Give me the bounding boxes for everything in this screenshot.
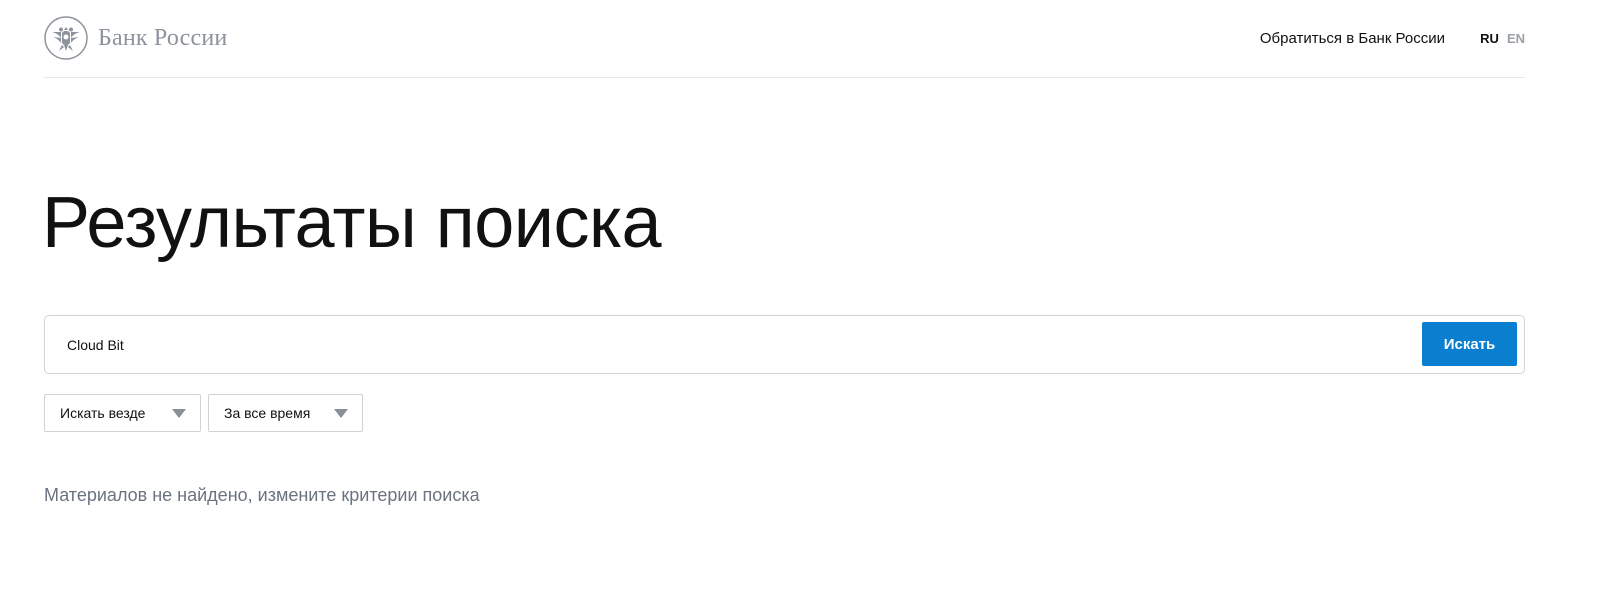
period-dropdown-label: За все время	[224, 405, 311, 421]
lang-ru-option[interactable]: RU	[1480, 31, 1499, 46]
chevron-down-icon	[334, 408, 348, 418]
site-header: Банк России Обратиться в Банк России RU …	[44, 0, 1525, 78]
logo-text: Банк России	[98, 24, 228, 51]
scope-dropdown[interactable]: Искать везде	[44, 394, 201, 432]
lang-en-option[interactable]: EN	[1507, 31, 1525, 46]
search-button[interactable]: Искать	[1422, 322, 1517, 366]
eagle-emblem-icon	[44, 16, 88, 60]
no-results-message: Материалов не найдено, измените критерии…	[44, 485, 480, 505]
page-title: Результаты поиска	[42, 183, 662, 263]
bank-logo-link[interactable]: Банк России	[44, 16, 227, 60]
language-switcher: RU EN	[1480, 31, 1525, 46]
search-filters: Искать везде За все время	[44, 394, 363, 432]
scope-dropdown-label: Искать везде	[60, 405, 146, 421]
chevron-down-icon	[172, 408, 186, 418]
search-form: Искать	[44, 315, 1525, 374]
contact-bank-link[interactable]: Обратиться в Банк России	[1260, 30, 1445, 47]
search-input[interactable]	[67, 330, 1387, 360]
period-dropdown[interactable]: За все время	[208, 394, 363, 432]
